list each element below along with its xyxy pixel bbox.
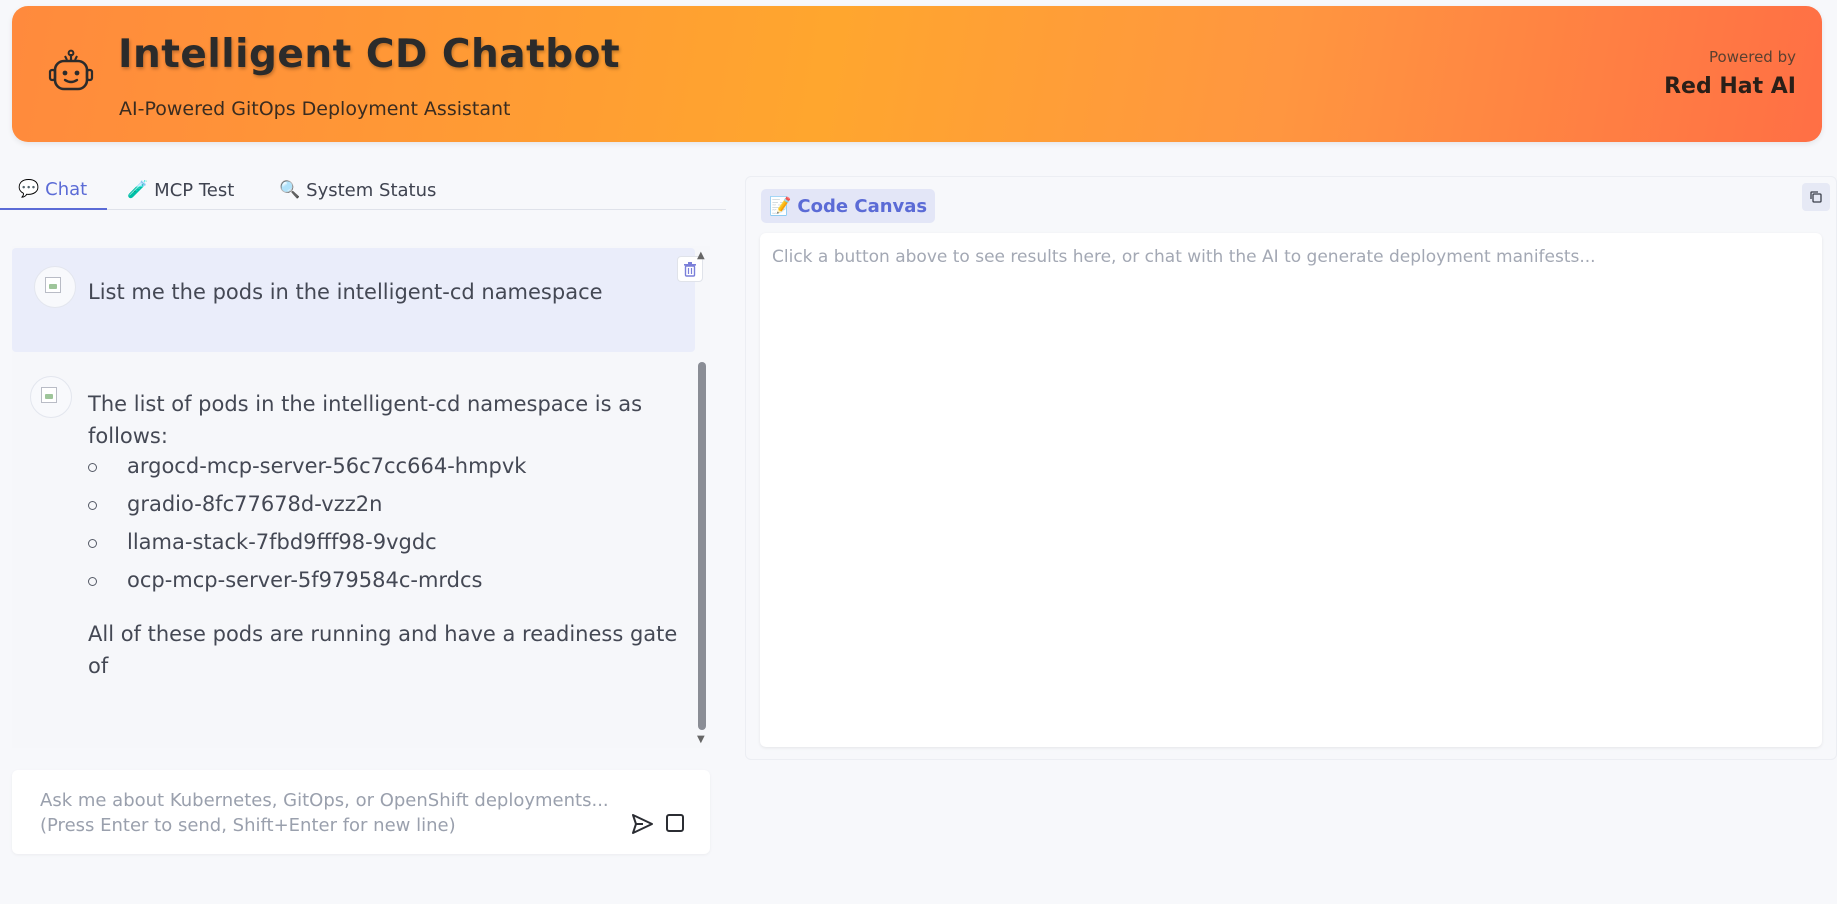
powered-by-label: Powered by (1709, 48, 1796, 66)
bot-message-outro: All of these pods are running and have a… (88, 622, 678, 678)
tab-mcp-test-label: MCP Test (154, 179, 235, 201)
code-canvas-panel: 📝 Code Canvas Click a button above to se… (745, 176, 1837, 760)
tab-system-status-label: System Status (306, 179, 437, 201)
scroll-up-arrow-icon[interactable]: ▲ (697, 250, 705, 261)
message-input-box[interactable]: Ask me about Kubernetes, GitOps, or Open… (12, 770, 710, 854)
canvas-placeholder: Click a button above to see results here… (772, 247, 1596, 267)
powered-by-name: Red Hat AI (1664, 74, 1796, 99)
bot-avatar (30, 376, 72, 418)
memo-icon: 📝 (769, 195, 792, 217)
robot-icon (48, 49, 94, 91)
app-subtitle: AI-Powered GitOps Deployment Assistant (119, 98, 511, 120)
list-item: gradio-8fc77678d-vzz2n (88, 488, 526, 526)
speech-bubble-icon: 💬 (18, 179, 40, 199)
broken-image-icon (45, 277, 61, 293)
stop-button[interactable] (666, 814, 684, 832)
scroll-down-arrow-icon[interactable]: ▼ (697, 734, 705, 745)
trash-icon (684, 262, 696, 277)
user-message-text: List me the pods in the intelligent-cd n… (88, 280, 603, 304)
tab-system-status[interactable]: 🔍 System Status (279, 170, 436, 210)
list-item: argocd-mcp-server-56c7cc664-hmpvk (88, 450, 526, 488)
bot-message-intro: The list of pods in the intelligent-cd n… (88, 392, 643, 448)
chat-scrollbar[interactable] (698, 362, 706, 730)
broken-image-icon (41, 387, 57, 403)
list-item: llama-stack-7fbd9fff98-9vgdc (88, 526, 526, 564)
tab-chat-label: Chat (45, 178, 88, 200)
code-canvas-editor[interactable]: Click a button above to see results here… (760, 233, 1822, 747)
user-message: List me the pods in the intelligent-cd n… (12, 248, 695, 352)
pod-list: argocd-mcp-server-56c7cc664-hmpvk gradio… (88, 450, 526, 602)
user-avatar (34, 266, 76, 308)
code-canvas-label: 📝 Code Canvas (761, 189, 936, 223)
tab-chat[interactable]: 💬 Chat (0, 170, 107, 210)
app-header: Intelligent CD Chatbot AI-Powered GitOps… (12, 6, 1822, 142)
send-icon[interactable] (628, 810, 656, 838)
test-tube-icon: 🧪 (127, 180, 149, 200)
chat-history[interactable]: List me the pods in the intelligent-cd n… (12, 246, 710, 748)
tab-mcp-test[interactable]: 🧪 MCP Test (127, 170, 234, 210)
magnifier-icon: 🔍 (279, 180, 301, 200)
code-canvas-title: Code Canvas (797, 195, 928, 217)
message-input[interactable]: Ask me about Kubernetes, GitOps, or Open… (40, 788, 620, 838)
app-title: Intelligent CD Chatbot (118, 32, 621, 77)
copy-icon (1810, 191, 1822, 203)
copy-button[interactable] (1802, 183, 1830, 211)
list-item: ocp-mcp-server-5f979584c-mrdcs (88, 564, 526, 602)
tab-bar: 💬 Chat 🧪 MCP Test 🔍 System Status (0, 170, 726, 210)
